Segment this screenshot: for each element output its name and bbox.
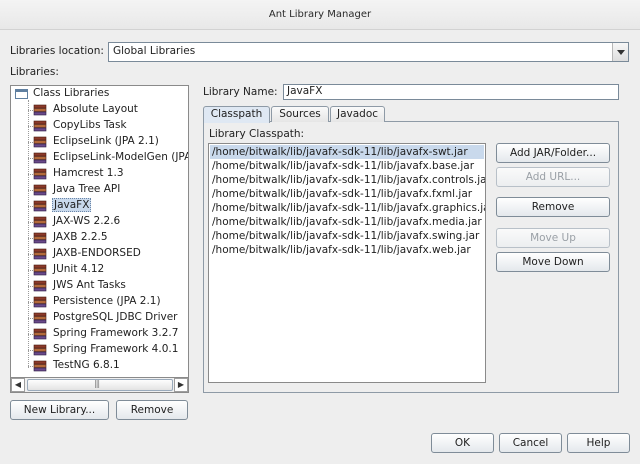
tree-item-label: JUnit 4.12 [53,263,105,275]
ok-button[interactable]: OK [431,433,494,453]
tree-item-library[interactable]: JUnit 4.12 [11,262,186,278]
tree-root-class-libraries[interactable]: Class Libraries [11,86,186,102]
tree-item-library[interactable]: JAXB 2.2.5 [11,230,186,246]
tree-item-library[interactable]: JAX-WS 2.2.6 [11,214,186,230]
library-icon [33,264,47,276]
add-jar-folder-button[interactable]: Add JAR/Folder... [496,143,610,163]
tree-item-label: JAXB 2.2.5 [53,231,108,243]
tree-item-library[interactable]: JWS Ant Tasks [11,278,186,294]
new-library-button[interactable]: New Library... [10,400,109,420]
library-classpath-label: Library Classpath: [209,128,305,140]
library-icon [33,200,47,212]
help-button[interactable]: Help [567,433,630,453]
tree-item-label: Absolute Layout [53,103,138,115]
library-icon [33,136,47,148]
classpath-entry[interactable]: /home/bitwalk/lib/javafx-sdk-11/lib/java… [211,159,474,173]
classpath-entry[interactable]: /home/bitwalk/lib/javafx-sdk-11/lib/java… [211,173,485,187]
library-icon [33,296,47,308]
add-url-button[interactable]: Add URL... [496,167,610,187]
tree-item-library[interactable]: Absolute Layout [11,102,186,118]
folder-icon [15,89,28,99]
library-icon [33,312,47,324]
library-name-value: JavaFX [287,85,323,97]
library-icon [33,168,47,180]
tree-item-label: PostgreSQL JDBC Driver [53,311,178,323]
library-icon [33,184,47,196]
classpath-entry[interactable]: /home/bitwalk/lib/javafx-sdk-11/lib/java… [211,243,471,257]
classpath-entry[interactable]: /home/bitwalk/lib/javafx-sdk-11/lib/java… [211,229,479,243]
library-icon [33,248,47,260]
tree-item-label: TestNG 6.8.1 [53,359,120,371]
library-icon [33,280,47,292]
tree-item-label: Spring Framework 4.0.1 [53,343,179,355]
tree-root-label: Class Libraries [33,87,110,99]
library-name-field[interactable]: JavaFX [283,84,619,100]
tree-item-library[interactable]: CopyLibs Task [11,118,186,134]
tab-sources[interactable]: Sources [271,106,329,122]
move-down-button[interactable]: Move Down [496,252,610,272]
libraries-horizontal-scrollbar[interactable]: ◀ ▶ [10,377,189,393]
scroll-right-icon[interactable]: ▶ [174,378,188,392]
tab-javadoc[interactable]: Javadoc [330,106,385,122]
classpath-list[interactable]: /home/bitwalk/lib/javafx-sdk-11/lib/java… [208,143,486,383]
scroll-left-icon[interactable]: ◀ [11,378,25,392]
tree-item-label: JAX-WS 2.2.6 [53,215,121,227]
libraries-location-label: Libraries location: [10,45,104,57]
library-icon [33,104,47,116]
tree-item-library[interactable]: EclipseLink (JPA 2.1) [11,134,186,150]
library-icon [33,216,47,228]
tree-item-label: EclipseLink-ModelGen (JPA 2 [53,151,189,163]
move-up-button[interactable]: Move Up [496,228,610,248]
cancel-button[interactable]: Cancel [499,433,562,453]
libraries-location-value: Global Libraries [113,45,196,57]
tree-item-label: Hamcrest 1.3 [53,167,124,179]
tree-item-library[interactable]: JAXB-ENDORSED [11,246,186,262]
tree-item-label: JAXB-ENDORSED [53,247,141,259]
classpath-entry[interactable]: /home/bitwalk/lib/javafx-sdk-11/lib/java… [210,145,484,159]
library-icon [33,152,47,164]
tree-item-label: Persistence (JPA 2.1) [53,295,161,307]
library-icon [33,120,47,132]
library-icon [33,344,47,356]
tree-item-library[interactable]: JavaFX [11,198,186,214]
tree-item-library[interactable]: PostgreSQL JDBC Driver [11,310,186,326]
library-name-label: Library Name: [203,86,278,98]
tree-item-label: CopyLibs Task [53,119,127,131]
tree-item-library[interactable]: Hamcrest 1.3 [11,166,186,182]
scrollbar-thumb[interactable] [27,379,173,391]
tree-item-library[interactable]: Persistence (JPA 2.1) [11,294,186,310]
library-icon [33,360,47,372]
tree-item-label: JavaFX [52,198,92,212]
libraries-location-combo[interactable]: Global Libraries [108,42,629,62]
window-title: Ant Library Manager [0,0,640,30]
tree-item-label: Java Tree API [53,183,121,195]
library-icon [33,232,47,244]
tree-item-library[interactable]: Spring Framework 3.2.7 [11,326,186,342]
library-icon [33,328,47,340]
classpath-entry[interactable]: /home/bitwalk/lib/javafx-sdk-11/lib/java… [211,187,472,201]
classpath-entry[interactable]: /home/bitwalk/lib/javafx-sdk-11/lib/java… [211,201,485,215]
remove-jar-button[interactable]: Remove [496,197,610,217]
libraries-label: Libraries: [10,66,59,78]
tree-item-label: EclipseLink (JPA 2.1) [53,135,159,147]
tree-item-library[interactable]: Spring Framework 4.0.1 [11,342,186,358]
classpath-entry[interactable]: /home/bitwalk/lib/javafx-sdk-11/lib/java… [211,215,482,229]
libraries-tree[interactable]: Class Libraries Absolute Layout CopyLibs … [10,85,189,393]
tree-item-library[interactable]: Java Tree API [11,182,186,198]
tree-item-label: Spring Framework 3.2.7 [53,327,179,339]
tree-item-label: JWS Ant Tasks [53,279,126,291]
tree-item-library[interactable]: TestNG 6.8.1 [11,358,186,374]
tab-classpath[interactable]: Classpath [203,106,270,123]
tree-item-library[interactable]: EclipseLink-ModelGen (JPA 2 [11,150,189,166]
chevron-down-icon[interactable] [612,43,628,61]
remove-library-button[interactable]: Remove [116,400,188,420]
